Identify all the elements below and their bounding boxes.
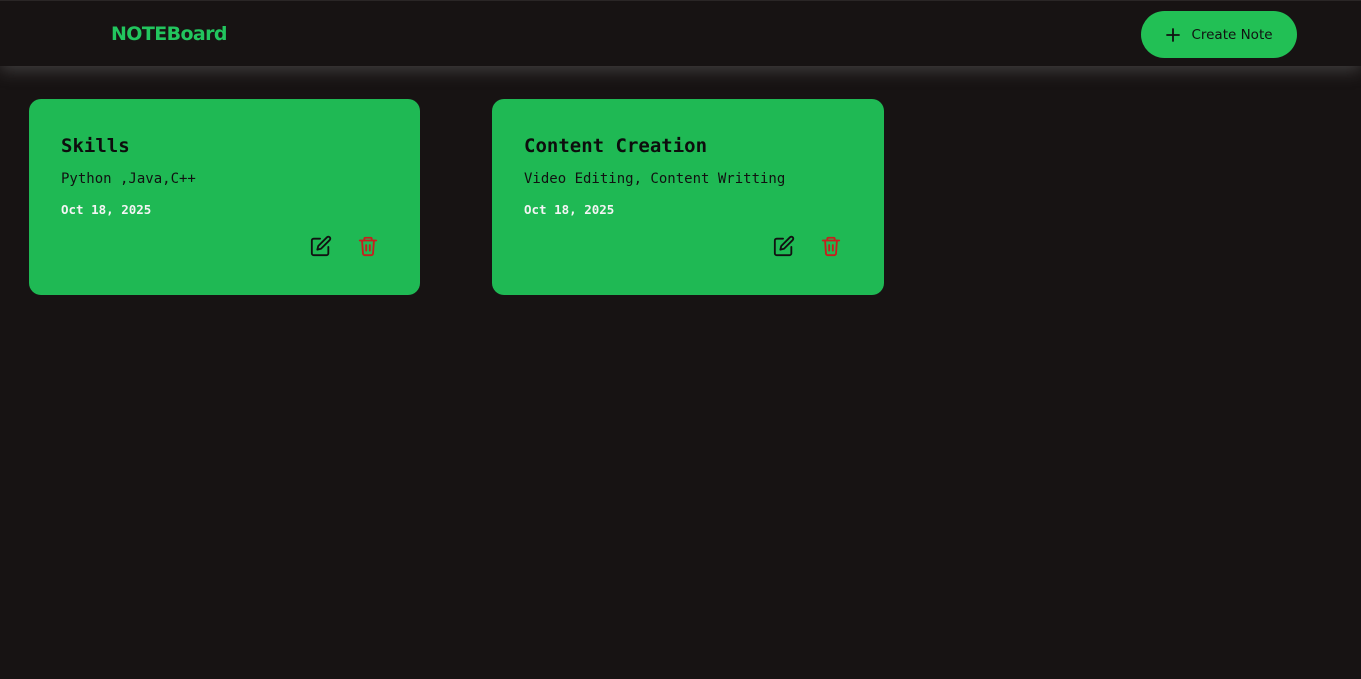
delete-note-button[interactable] (820, 235, 842, 257)
note-title: Content Creation (524, 135, 708, 157)
edit-icon (773, 235, 795, 257)
edit-icon (310, 235, 332, 257)
note-content: Python ,Java,C++ (61, 171, 196, 187)
note-title: Skills (61, 135, 130, 157)
edit-note-button[interactable] (773, 235, 795, 257)
note-date: Oct 18, 2025 (61, 202, 152, 217)
note-card: Content Creation Video Editing, Content … (492, 99, 884, 295)
note-card: Skills Python ,Java,C++ Oct 18, 2025 (29, 99, 420, 295)
note-content: Video Editing, Content Writting (524, 171, 786, 187)
note-date: Oct 18, 2025 (524, 202, 615, 217)
plus-icon (1165, 27, 1181, 43)
edit-note-button[interactable] (310, 235, 332, 257)
delete-note-button[interactable] (357, 235, 379, 257)
navbar: NOTEBoard Create Note (0, 0, 1361, 66)
create-note-label: Create Note (1191, 26, 1273, 43)
create-note-button[interactable]: Create Note (1141, 11, 1297, 58)
trash-icon (357, 235, 379, 257)
trash-icon (820, 235, 842, 257)
brand-logo[interactable]: NOTEBoard (111, 22, 228, 46)
